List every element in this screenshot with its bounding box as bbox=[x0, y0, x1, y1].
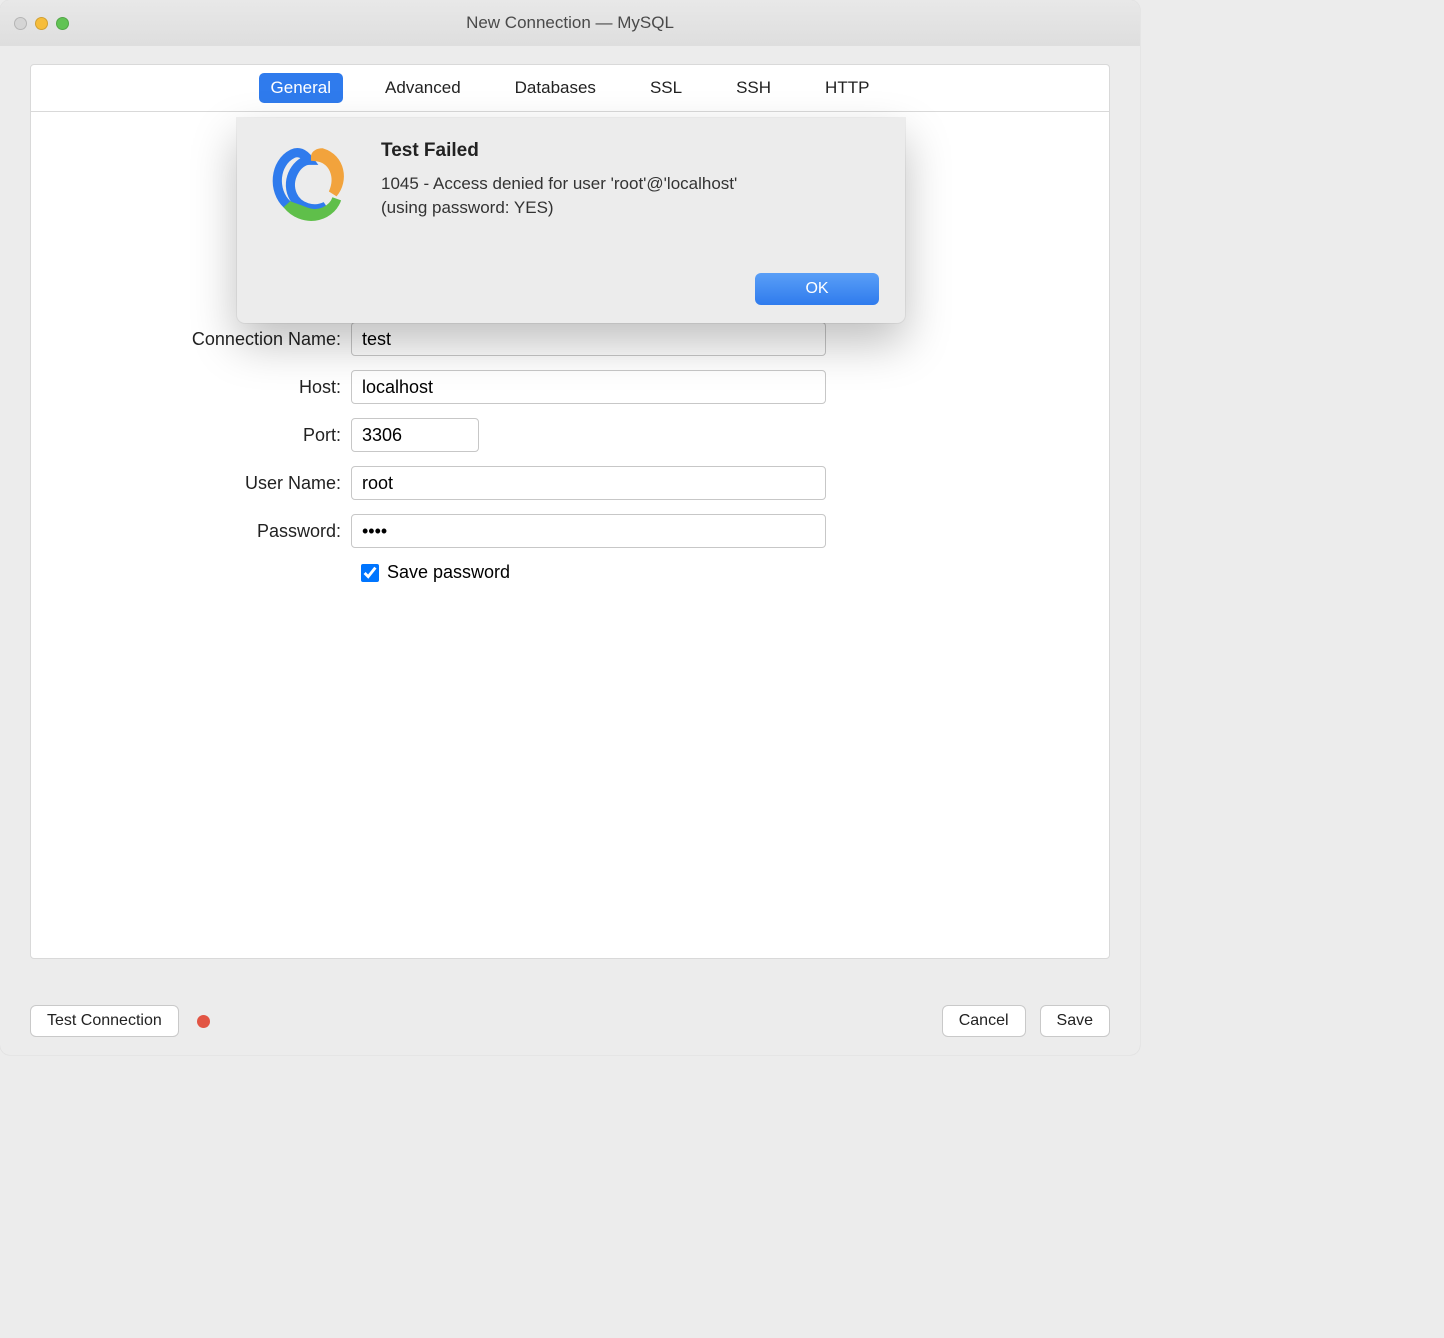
tab-ssl[interactable]: SSL bbox=[638, 73, 694, 103]
password-label: Password: bbox=[31, 521, 351, 542]
titlebar: New Connection — MySQL bbox=[0, 0, 1140, 46]
tab-advanced[interactable]: Advanced bbox=[373, 73, 473, 103]
save-button[interactable]: Save bbox=[1040, 1005, 1110, 1037]
save-password-label: Save password bbox=[387, 562, 510, 583]
password-field[interactable] bbox=[351, 514, 826, 548]
port-label: Port: bbox=[31, 425, 351, 446]
connection-window: New Connection — MySQL General Advanced … bbox=[0, 0, 1140, 1055]
test-failed-dialog: Test Failed 1045 - Access denied for use… bbox=[237, 118, 905, 323]
tab-general[interactable]: General bbox=[259, 73, 343, 103]
cancel-button[interactable]: Cancel bbox=[942, 1005, 1026, 1037]
host-field[interactable] bbox=[351, 370, 826, 404]
tab-http[interactable]: HTTP bbox=[813, 73, 881, 103]
user-name-label: User Name: bbox=[31, 473, 351, 494]
ok-button[interactable]: OK bbox=[755, 273, 879, 305]
tab-databases[interactable]: Databases bbox=[503, 73, 608, 103]
connection-name-label: Connection Name: bbox=[31, 329, 351, 350]
host-label: Host: bbox=[31, 377, 351, 398]
dialog-title: Test Failed bbox=[381, 140, 879, 162]
connection-name-field[interactable] bbox=[351, 322, 826, 356]
test-connection-button[interactable]: Test Connection bbox=[30, 1005, 179, 1037]
status-indicator-icon bbox=[197, 1015, 210, 1028]
footer: Test Connection Cancel Save bbox=[30, 1005, 1110, 1037]
tab-ssh[interactable]: SSH bbox=[724, 73, 783, 103]
save-password-checkbox[interactable] bbox=[361, 564, 379, 582]
port-field[interactable] bbox=[351, 418, 479, 452]
user-name-field[interactable] bbox=[351, 466, 826, 500]
dialog-message: 1045 - Access denied for user 'root'@'lo… bbox=[381, 172, 761, 220]
navicat-app-icon bbox=[265, 140, 357, 305]
tabs-bar: General Advanced Databases SSL SSH HTTP bbox=[31, 65, 1109, 112]
window-title: New Connection — MySQL bbox=[0, 13, 1140, 33]
